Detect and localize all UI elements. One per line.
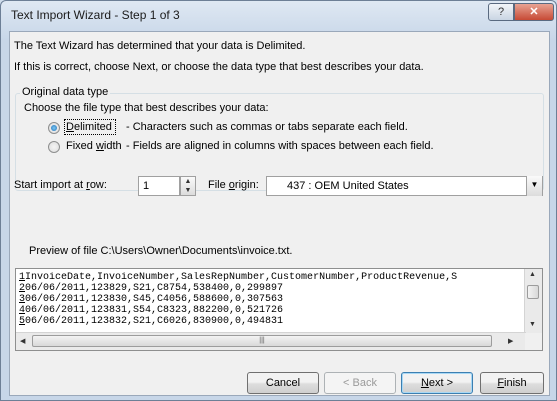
file-origin-value: 437 : OEM United States — [287, 180, 409, 192]
preview-line: 1InvoiceDate,InvoiceNumber,SalesRepNumbe… — [19, 272, 458, 283]
scroll-corner — [525, 333, 542, 350]
file-origin-dropdown[interactable]: 437 : OEM United States ▼ — [266, 176, 543, 196]
scroll-up-icon[interactable]: ▲ — [529, 271, 536, 278]
preview-line: 306/06/2011,123830,S45,C4056,588600,0,30… — [19, 294, 284, 305]
horizontal-scroll-thumb[interactable]: ||| — [32, 335, 492, 347]
cancel-button[interactable]: Cancel — [247, 372, 319, 394]
close-button[interactable]: ✕ — [514, 3, 554, 21]
start-import-label: Start import at row: — [14, 179, 107, 191]
preview-pane[interactable]: 1InvoiceDate,InvoiceNumber,SalesRepNumbe… — [15, 268, 543, 351]
delimited-label[interactable]: Delimited — [66, 121, 112, 133]
next-button[interactable]: Next > — [401, 372, 473, 394]
start-row-spinner[interactable]: ▲ ▼ — [180, 176, 196, 196]
finish-button[interactable]: Finish — [480, 372, 544, 394]
delimited-radio[interactable] — [48, 122, 60, 134]
file-type-prompt: Choose the file type that best describes… — [24, 102, 269, 114]
back-button[interactable]: < Back — [324, 372, 396, 394]
vertical-scrollbar[interactable]: ▲ ▼ — [524, 269, 542, 333]
preview-lines: 1InvoiceDate,InvoiceNumber,SalesRepNumbe… — [19, 272, 527, 327]
dialog-window: Text Import Wizard - Step 1 of 3 ? ✕ The… — [0, 0, 557, 401]
preview-line: 406/06/2011,123831,S54,C8323,882200,0,52… — [19, 305, 284, 316]
chevron-down-icon[interactable]: ▼ — [526, 176, 542, 196]
fixed-width-description: - Fields are aligned in columns with spa… — [126, 140, 434, 152]
preview-line: 206/06/2011,123829,S21,C8754,538400,0,29… — [19, 283, 284, 294]
scroll-left-icon[interactable]: ◀ — [20, 337, 25, 345]
file-origin-label: File origin: — [208, 179, 259, 191]
group-title: Original data type — [20, 86, 111, 98]
intro-line-1: The Text Wizard has determined that your… — [14, 40, 306, 52]
help-button[interactable]: ? — [488, 3, 514, 21]
scroll-down-icon[interactable]: ▼ — [529, 321, 536, 328]
title-bar[interactable]: Text Import Wizard - Step 1 of 3 ? ✕ — [1, 1, 556, 31]
vertical-scroll-thumb[interactable] — [527, 285, 539, 299]
start-row-input[interactable]: 1 — [138, 176, 180, 196]
scroll-right-icon[interactable]: ▶ — [508, 337, 513, 345]
preview-label: Preview of file C:\Users\Owner\Documents… — [29, 245, 293, 257]
dialog-body: The Text Wizard has determined that your… — [9, 31, 550, 396]
delimited-description: - Characters such as commas or tabs sepa… — [126, 121, 408, 133]
fixed-width-radio[interactable] — [48, 141, 60, 153]
intro-line-2: If this is correct, choose Next, or choo… — [14, 61, 424, 73]
horizontal-scrollbar[interactable]: ◀ ||| ▶ — [16, 332, 526, 350]
preview-line: 506/06/2011,123832,S21,C6026,830900,0,49… — [19, 316, 284, 327]
window-title: Text Import Wizard - Step 1 of 3 — [11, 8, 180, 22]
fixed-width-label[interactable]: Fixed width — [66, 140, 122, 152]
